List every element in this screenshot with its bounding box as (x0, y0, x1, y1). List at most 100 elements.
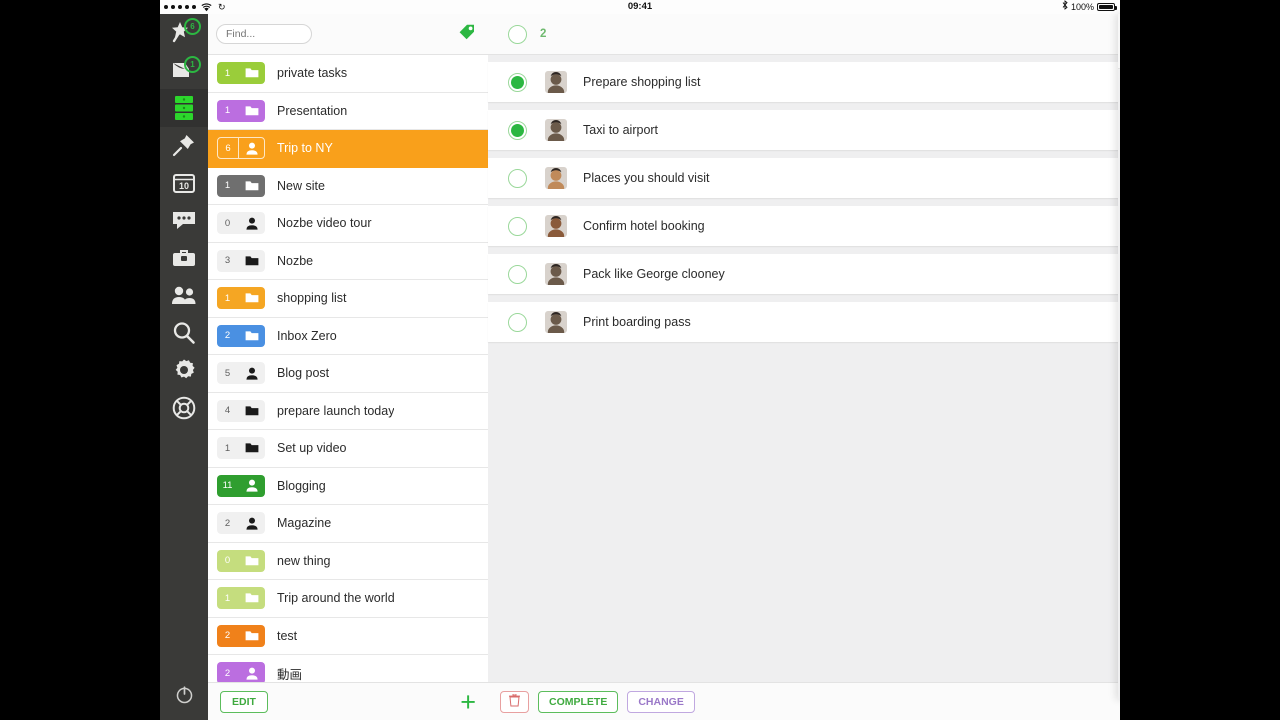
sidebar-item-templates[interactable] (160, 239, 208, 277)
project-label: Nozbe (277, 253, 314, 268)
bluetooth-icon (1062, 0, 1068, 14)
task-checkbox[interactable] (508, 264, 527, 284)
project-row[interactable]: 11 Blogging (208, 467, 488, 505)
project-badge: 2 (217, 662, 265, 682)
project-label: new thing (277, 553, 331, 568)
avatar (545, 71, 567, 93)
battery-icon (1097, 3, 1117, 11)
task-row[interactable]: Print boarding pass (488, 302, 1120, 342)
project-badge: 1 (217, 437, 265, 460)
delete-button[interactable] (500, 690, 529, 713)
tasks-list[interactable]: Prepare shopping list Taxi to airport Plac… (488, 55, 1120, 682)
sidebar-item-search[interactable] (160, 314, 208, 352)
task-checkbox[interactable] (508, 168, 527, 188)
projects-list[interactable]: 1 private tasks 1 Presentation 6 Trip to NY 1 N… (208, 55, 488, 682)
task-checkbox[interactable] (508, 72, 527, 92)
project-row[interactable]: 6 Trip to NY (208, 130, 488, 168)
project-label: Blogging (277, 478, 326, 493)
project-badge: 1 (217, 287, 265, 310)
task-row[interactable]: Confirm hotel booking (488, 206, 1120, 246)
selected-count: 2 (540, 28, 547, 40)
project-row[interactable]: 2 動画 (208, 655, 488, 682)
project-task-count: 2 (224, 667, 231, 679)
project-row[interactable]: 3 Nozbe (208, 242, 488, 280)
sidebar-item-team[interactable] (160, 277, 208, 315)
project-badge: 2 (217, 512, 265, 535)
folder-icon (238, 587, 265, 609)
task-row[interactable]: Prepare shopping list (488, 62, 1120, 102)
task-title: Pack like George clooney (583, 267, 725, 281)
sidebar-item-settings[interactable] (160, 352, 208, 390)
project-task-count: 1 (224, 292, 231, 304)
project-label: Blog post (277, 366, 330, 381)
project-task-count: 2 (217, 512, 238, 535)
project-badge: 11 (217, 474, 265, 497)
task-row[interactable]: Places you should visit (488, 158, 1120, 198)
project-badge: 1 (217, 62, 265, 85)
search-input[interactable] (216, 24, 312, 44)
sidebar-item-priority[interactable]: 6 (160, 14, 208, 52)
project-row[interactable]: 0 Nozbe video tour (208, 205, 488, 243)
project-label: 動画 (277, 667, 303, 682)
project-row[interactable]: 2 Magazine (208, 505, 488, 543)
project-task-count: 1 (224, 105, 231, 117)
task-checkbox[interactable] (508, 120, 527, 140)
project-row[interactable]: 1 Set up video (208, 430, 488, 468)
project-row[interactable]: 1 Presentation (208, 92, 488, 130)
folder-icon (238, 62, 265, 84)
project-row[interactable]: 4 prepare launch today (208, 392, 488, 430)
tasks-header: 2 (488, 14, 1120, 55)
project-row[interactable]: 1 Trip around the world (208, 580, 488, 618)
project-task-count: 0 (224, 555, 231, 567)
complete-button[interactable]: COMPLETE (538, 690, 619, 713)
project-task-count: 2 (224, 630, 231, 642)
project-row[interactable]: 2 Inbox Zero (208, 317, 488, 355)
avatar (545, 215, 567, 237)
tag-icon[interactable] (458, 23, 476, 46)
task-title: Print boarding pass (583, 315, 691, 329)
svg-text:10: 10 (179, 181, 189, 191)
edit-panel: Trip to NY Edit Mode DONE 2 tasks select… (1118, 14, 1120, 700)
project-label: Presentation (277, 103, 348, 118)
task-row[interactable]: Taxi to airport (488, 110, 1120, 150)
project-row[interactable]: 1 shopping list (208, 280, 488, 318)
project-row[interactable]: 5 Blog post (208, 355, 488, 393)
person-icon (238, 475, 265, 497)
project-task-count: 5 (217, 362, 238, 385)
project-row[interactable]: 1 New site (208, 167, 488, 205)
project-label: Set up video (277, 441, 347, 456)
folder-icon (238, 175, 265, 197)
project-task-count: 1 (217, 437, 238, 460)
folder-icon (238, 249, 265, 272)
project-row[interactable]: 1 private tasks (208, 55, 488, 93)
project-badge: 1 (217, 587, 265, 610)
tasks-footer: COMPLETE CHANGE (488, 682, 1120, 720)
task-checkbox[interactable] (508, 312, 527, 332)
edit-projects-button[interactable]: EDIT (220, 690, 268, 713)
add-project-button[interactable]: + (460, 688, 476, 715)
sidebar-item-projects[interactable] (160, 89, 208, 127)
sidebar-item-comments[interactable] (160, 202, 208, 240)
project-task-count: 4 (217, 399, 238, 422)
sidebar-item-calendar[interactable]: 10 (160, 164, 208, 202)
change-button[interactable]: CHANGE (627, 690, 695, 713)
sidebar-item-inbox[interactable]: 1 (160, 52, 208, 90)
project-row[interactable]: 2 test (208, 617, 488, 655)
folder-icon (238, 625, 265, 647)
projects-search-bar (208, 14, 488, 55)
task-checkbox[interactable] (508, 216, 527, 236)
project-row[interactable]: 0 new thing (208, 542, 488, 580)
avatar (545, 167, 567, 189)
project-task-count: 6 (218, 138, 239, 159)
ipad-screen: ↻ 09:41 100% 6 1 10 Find... 1 private ta… (160, 0, 1120, 720)
avatar (545, 263, 567, 285)
task-row[interactable]: Pack like George clooney (488, 254, 1120, 294)
select-all-checkbox[interactable] (508, 24, 527, 44)
clock-time: 09:41 (627, 1, 653, 12)
project-label: Nozbe video tour (277, 216, 372, 231)
sidebar-item-contexts[interactable] (160, 127, 208, 165)
sidebar-item-help[interactable] (160, 389, 208, 427)
project-label: Trip around the world (277, 591, 395, 606)
tasks-selected-label: 2 tasks selected (1118, 69, 1120, 109)
power-button[interactable] (160, 676, 208, 712)
